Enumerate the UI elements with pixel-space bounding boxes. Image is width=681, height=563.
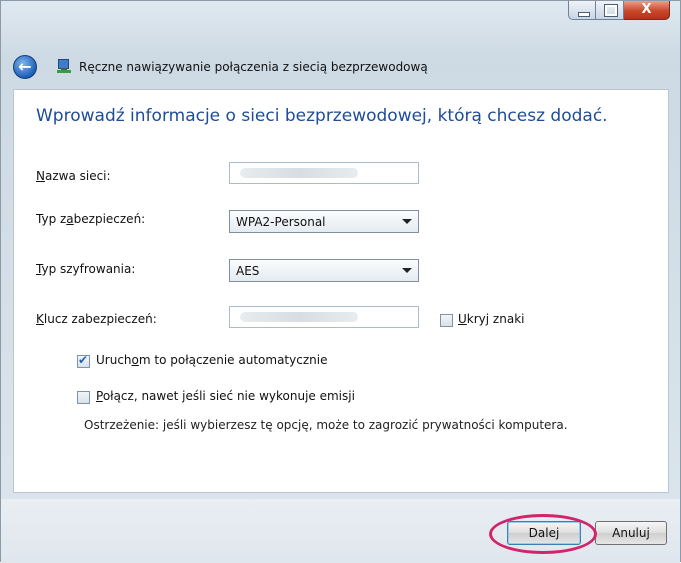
caption-buttons: X [568,1,670,20]
security-type-select[interactable]: WPA2-Personal [229,210,419,233]
cancel-button[interactable]: Anuluj [595,521,667,545]
minimize-button[interactable] [568,1,596,20]
dialog-window: X Ręczne nawiązywanie połączenia z sieci… [0,0,681,563]
network-name-label: Nazwa sieci: [36,169,111,183]
hide-characters-label: Ukryj znaki [458,312,525,326]
redacted-value [240,168,358,178]
navigation-row: Ręczne nawiązywanie połączenia z siecią … [13,54,428,80]
content-panel: Wprowadź informacje o sieci bezprzewodow… [13,89,669,493]
hide-characters-checkbox[interactable] [440,314,453,327]
encryption-type-select[interactable]: AES [229,259,419,282]
connect-hidden-label: Połącz, nawet jeśli sieć nie wykonuje em… [96,389,355,403]
maximize-button[interactable] [596,1,624,20]
encryption-type-label: Typ szyfrowania: [36,262,136,276]
close-icon: X [641,2,652,17]
page-heading: Wprowadź informacje o sieci bezprzewodow… [36,106,608,126]
redacted-value [240,312,358,322]
next-button-highlight-ring [489,514,597,554]
security-type-label: Typ zabezpieczeń: [36,212,146,226]
wireless-network-icon [55,58,73,76]
back-button[interactable] [13,55,37,79]
chevron-down-icon [402,219,412,224]
connect-hidden-checkbox[interactable] [77,391,90,404]
security-key-input[interactable] [229,306,419,328]
encryption-type-value: AES [236,263,260,278]
chevron-down-icon [402,268,412,273]
auto-connect-checkbox[interactable] [77,353,90,368]
security-key-label: Klucz zabezpieczeń: [36,312,157,326]
warning-text: Ostrzeżenie: jeśli wybierzesz tę opcję, … [84,418,568,432]
title-bar: X [1,1,680,51]
network-name-input[interactable] [229,162,419,184]
dialog-title: Ręczne nawiązywanie połączenia z siecią … [79,60,428,74]
auto-connect-label: Uruchom to połączenie automatycznie [96,353,328,367]
security-type-value: WPA2-Personal [236,214,326,229]
close-button[interactable]: X [624,1,670,20]
